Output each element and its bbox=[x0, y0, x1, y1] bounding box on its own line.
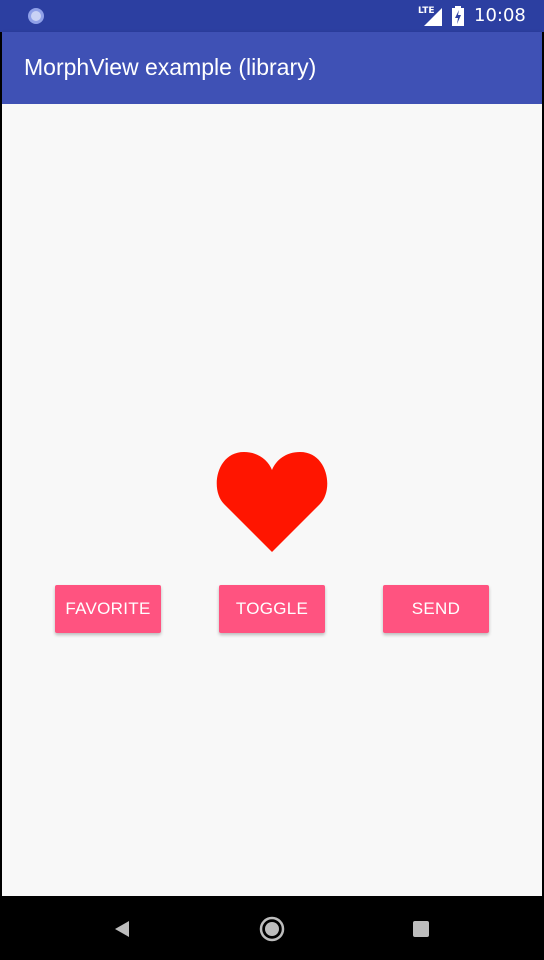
app-title: MorphView example (library) bbox=[24, 54, 317, 80]
send-button[interactable]: SEND bbox=[383, 585, 489, 633]
app-bar: MorphView example (library) bbox=[2, 32, 542, 104]
back-icon[interactable] bbox=[107, 914, 137, 944]
system-icon bbox=[28, 8, 44, 24]
status-bar: LTE 10:08 bbox=[0, 0, 544, 32]
clock: 10:08 bbox=[474, 5, 526, 26]
toggle-button[interactable]: TOGGLE bbox=[219, 585, 325, 633]
recents-icon[interactable] bbox=[406, 914, 436, 944]
signal-icon bbox=[424, 8, 442, 26]
favorite-button[interactable]: FAVORITE bbox=[55, 585, 161, 633]
navigation-bar bbox=[0, 898, 544, 960]
heart-icon[interactable] bbox=[216, 452, 328, 552]
phone-screen: LTE 10:08 MorphView example (library) FA… bbox=[0, 0, 544, 960]
home-icon[interactable] bbox=[257, 914, 287, 944]
battery-icon bbox=[452, 6, 464, 26]
